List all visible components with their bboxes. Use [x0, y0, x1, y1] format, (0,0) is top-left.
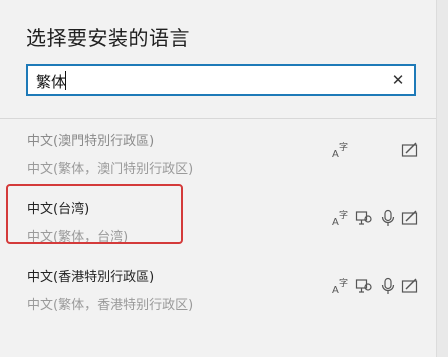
language-native-name: 中文(繁体，香港特别行政区)	[27, 298, 194, 313]
selection-highlight-annotation	[6, 184, 183, 244]
speech-recognition-icon	[354, 208, 374, 228]
language-native-name: 中文(繁体，澳门特别行政区)	[27, 162, 194, 177]
list-divider	[0, 118, 436, 119]
language-name: 中文(澳門特別行政區)	[27, 134, 155, 149]
svg-text:A: A	[332, 217, 339, 228]
microphone-icon	[378, 208, 398, 228]
svg-text:字: 字	[339, 209, 348, 221]
svg-text:A: A	[332, 285, 339, 296]
list-item[interactable]: 中文(澳門特別行政區) 中文(繁体，澳门特别行政区) A字	[0, 128, 436, 190]
dialog-title: 选择要安装的语言	[26, 26, 190, 50]
search-input[interactable]	[36, 70, 376, 92]
handwriting-icon	[400, 140, 420, 160]
microphone-icon	[378, 276, 398, 296]
svg-text:A: A	[332, 149, 339, 160]
language-picker-dialog: 选择要安装的语言 ✕ 中文(澳門特別行政區) 中文(繁体，澳门特别行政区) A字…	[0, 0, 437, 357]
svg-text:字: 字	[339, 277, 348, 289]
text-caret	[65, 71, 66, 90]
bottom-fade	[0, 327, 436, 357]
handwriting-icon	[400, 208, 420, 228]
svg-text:字: 字	[339, 141, 348, 153]
handwriting-icon	[400, 276, 420, 296]
speech-recognition-icon	[354, 276, 374, 296]
text-to-speech-icon: A字	[330, 208, 350, 228]
clear-icon[interactable]: ✕	[386, 68, 410, 92]
text-to-speech-icon: A字	[330, 140, 350, 160]
text-to-speech-icon: A字	[330, 276, 350, 296]
search-box[interactable]: ✕	[26, 64, 416, 96]
language-name: 中文(香港特別行政區)	[27, 270, 155, 285]
list-item[interactable]: 中文(香港特別行政區) 中文(繁体，香港特别行政区) A字	[0, 264, 436, 326]
